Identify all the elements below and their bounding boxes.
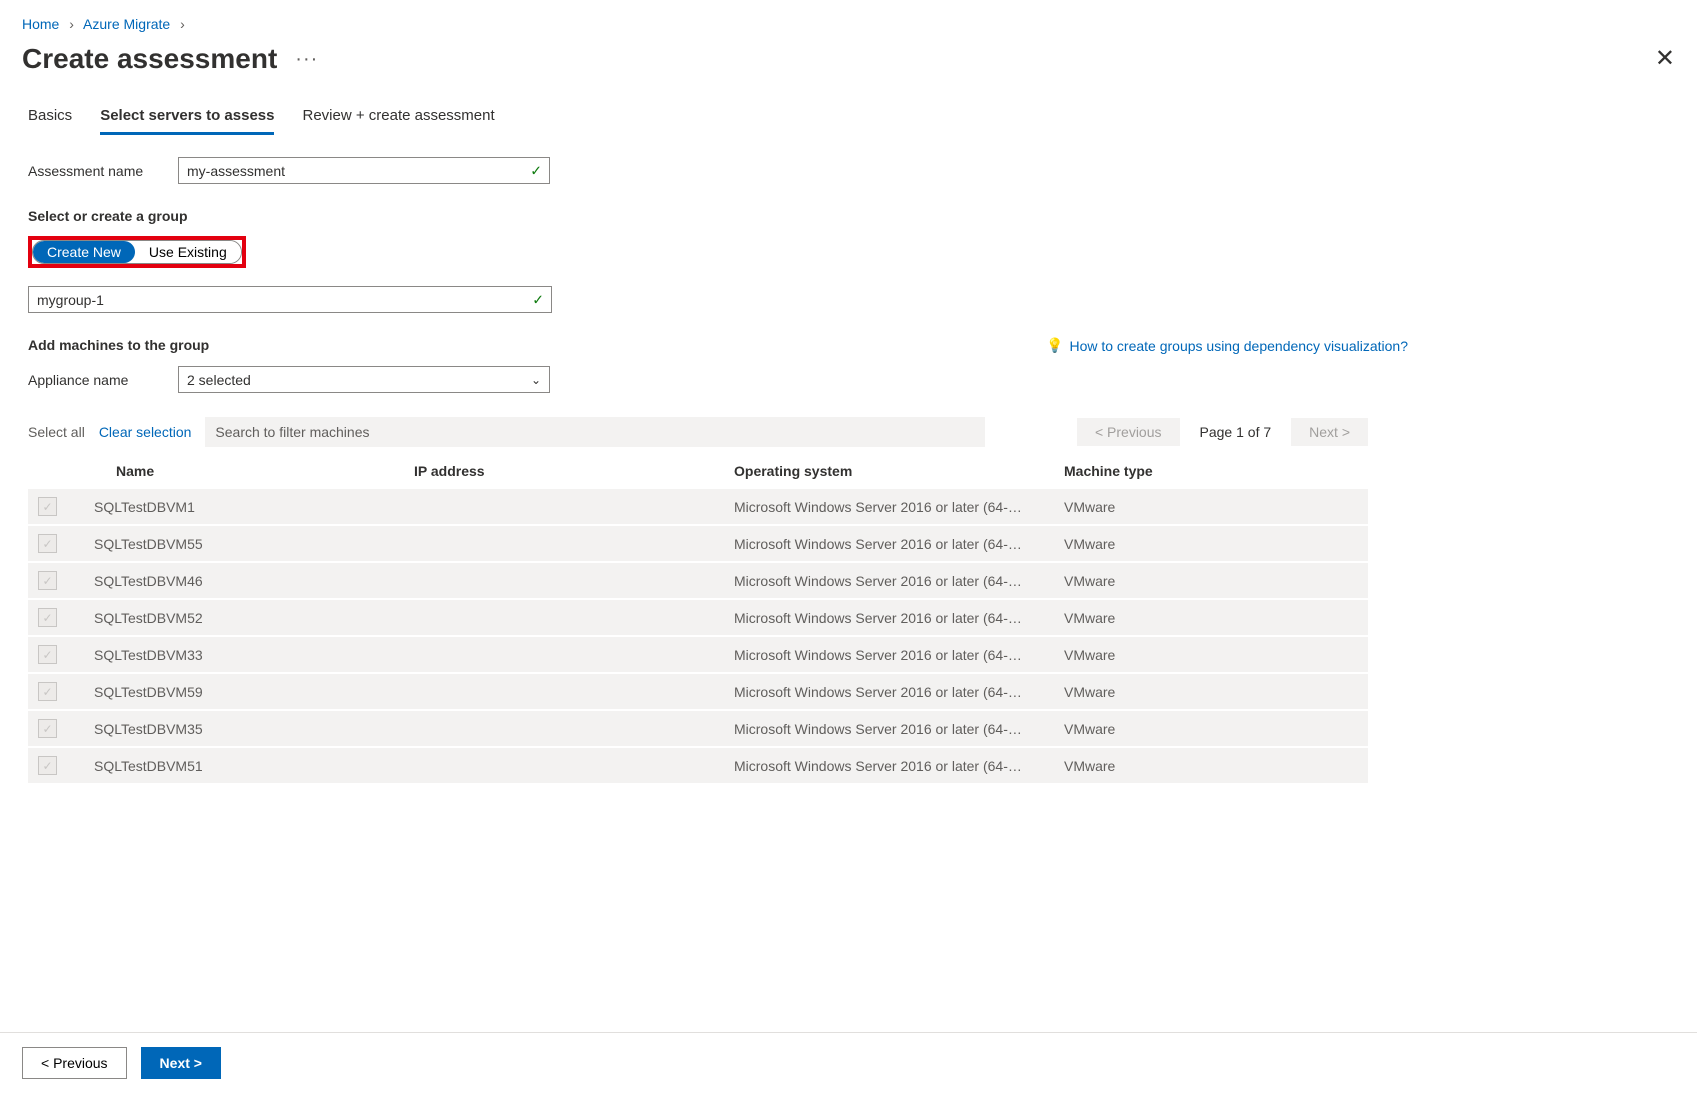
row-ip <box>392 710 712 747</box>
breadcrumb-azure-migrate[interactable]: Azure Migrate <box>83 16 170 32</box>
row-ip <box>392 673 712 710</box>
row-name: SQLTestDBVM55 <box>72 525 392 562</box>
lightbulb-icon: 💡 <box>1046 337 1063 354</box>
row-ip <box>392 525 712 562</box>
tab-select-servers[interactable]: Select servers to assess <box>100 105 274 135</box>
column-os[interactable]: Operating system <box>712 453 1042 489</box>
row-name: SQLTestDBVM59 <box>72 673 392 710</box>
row-os: Microsoft Windows Server 2016 or later (… <box>712 489 1042 525</box>
row-os: Microsoft Windows Server 2016 or later (… <box>712 562 1042 599</box>
row-checkbox[interactable]: ✓ <box>38 645 57 664</box>
tab-review-create[interactable]: Review + create assessment <box>302 105 494 135</box>
row-type: VMware <box>1042 525 1368 562</box>
footer-previous-button[interactable]: < Previous <box>22 1047 127 1079</box>
pager-previous-button[interactable]: < Previous <box>1077 418 1180 446</box>
breadcrumb: Home › Azure Migrate › <box>22 16 1675 36</box>
row-checkbox[interactable]: ✓ <box>38 497 57 516</box>
row-type: VMware <box>1042 562 1368 599</box>
wizard-tabs: Basics Select servers to assess Review +… <box>28 105 1675 135</box>
pager-label: Page 1 of 7 <box>1200 424 1272 440</box>
chevron-right-icon: › <box>63 16 80 32</box>
page-title: Create assessment <box>22 43 277 75</box>
group-name-input[interactable] <box>28 286 552 313</box>
chevron-right-icon: › <box>174 16 191 32</box>
row-ip <box>392 636 712 673</box>
assessment-name-input[interactable] <box>178 157 550 184</box>
add-machines-heading: Add machines to the group <box>28 337 209 353</box>
row-type: VMware <box>1042 673 1368 710</box>
column-name[interactable]: Name <box>72 453 392 489</box>
row-name: SQLTestDBVM33 <box>72 636 392 673</box>
row-ip <box>392 747 712 783</box>
row-name: SQLTestDBVM52 <box>72 599 392 636</box>
help-link-text: How to create groups using dependency vi… <box>1069 338 1408 354</box>
table-row: ✓ SQLTestDBVM35 Microsoft Windows Server 2… <box>28 710 1368 747</box>
more-menu-button[interactable]: ··· <box>295 49 318 69</box>
machines-table: Name IP address Operating system Machine… <box>28 453 1368 783</box>
row-checkbox[interactable]: ✓ <box>38 534 57 553</box>
row-name: SQLTestDBVM51 <box>72 747 392 783</box>
create-new-toggle[interactable]: Create New <box>33 241 135 263</box>
table-row: ✓ SQLTestDBVM52 Microsoft Windows Server 2… <box>28 599 1368 636</box>
row-os: Microsoft Windows Server 2016 or later (… <box>712 599 1042 636</box>
chevron-down-icon: ⌄ <box>531 373 541 387</box>
row-os: Microsoft Windows Server 2016 or later (… <box>712 636 1042 673</box>
row-checkbox[interactable]: ✓ <box>38 756 57 775</box>
row-type: VMware <box>1042 747 1368 783</box>
row-os: Microsoft Windows Server 2016 or later (… <box>712 673 1042 710</box>
assessment-name-label: Assessment name <box>28 163 158 179</box>
row-os: Microsoft Windows Server 2016 or later (… <box>712 525 1042 562</box>
wizard-footer: < Previous Next > <box>0 1032 1697 1093</box>
row-name: SQLTestDBVM1 <box>72 489 392 525</box>
row-type: VMware <box>1042 599 1368 636</box>
row-type: VMware <box>1042 489 1368 525</box>
table-row: ✓ SQLTestDBVM33 Microsoft Windows Server 2… <box>28 636 1368 673</box>
group-mode-toggle: Create New Use Existing <box>32 240 242 264</box>
pager-next-button[interactable]: Next > <box>1291 418 1368 446</box>
row-type: VMware <box>1042 710 1368 747</box>
select-or-create-group-heading: Select or create a group <box>28 208 1675 224</box>
appliance-name-label: Appliance name <box>28 372 158 388</box>
table-row: ✓ SQLTestDBVM46 Microsoft Windows Server 2… <box>28 562 1368 599</box>
close-button[interactable]: ✕ <box>1651 40 1679 77</box>
highlight-annotation: Create New Use Existing <box>28 236 246 268</box>
row-ip <box>392 599 712 636</box>
table-row: ✓ SQLTestDBVM1 Microsoft Windows Server 20… <box>28 489 1368 525</box>
row-type: VMware <box>1042 636 1368 673</box>
use-existing-toggle[interactable]: Use Existing <box>135 241 241 263</box>
breadcrumb-home[interactable]: Home <box>22 16 59 32</box>
row-ip <box>392 489 712 525</box>
appliance-name-value: 2 selected <box>187 372 251 388</box>
tab-basics[interactable]: Basics <box>28 105 72 135</box>
appliance-name-select[interactable]: 2 selected ⌄ <box>178 366 550 393</box>
table-row: ✓ SQLTestDBVM59 Microsoft Windows Server 2… <box>28 673 1368 710</box>
row-checkbox[interactable]: ✓ <box>38 719 57 738</box>
row-checkbox[interactable]: ✓ <box>38 682 57 701</box>
table-row: ✓ SQLTestDBVM55 Microsoft Windows Server 2… <box>28 525 1368 562</box>
row-name: SQLTestDBVM35 <box>72 710 392 747</box>
row-name: SQLTestDBVM46 <box>72 562 392 599</box>
machine-search-input[interactable] <box>205 417 985 447</box>
select-all-link[interactable]: Select all <box>28 424 85 440</box>
footer-next-button[interactable]: Next > <box>141 1047 221 1079</box>
clear-selection-link[interactable]: Clear selection <box>99 424 192 440</box>
row-checkbox[interactable]: ✓ <box>38 571 57 590</box>
row-os: Microsoft Windows Server 2016 or later (… <box>712 710 1042 747</box>
column-ip[interactable]: IP address <box>392 453 712 489</box>
row-checkbox[interactable]: ✓ <box>38 608 57 627</box>
table-row: ✓ SQLTestDBVM51 Microsoft Windows Server 2… <box>28 747 1368 783</box>
column-type[interactable]: Machine type <box>1042 453 1368 489</box>
row-ip <box>392 562 712 599</box>
row-os: Microsoft Windows Server 2016 or later (… <box>712 747 1042 783</box>
dependency-visualization-help-link[interactable]: 💡 How to create groups using dependency … <box>1046 337 1408 354</box>
